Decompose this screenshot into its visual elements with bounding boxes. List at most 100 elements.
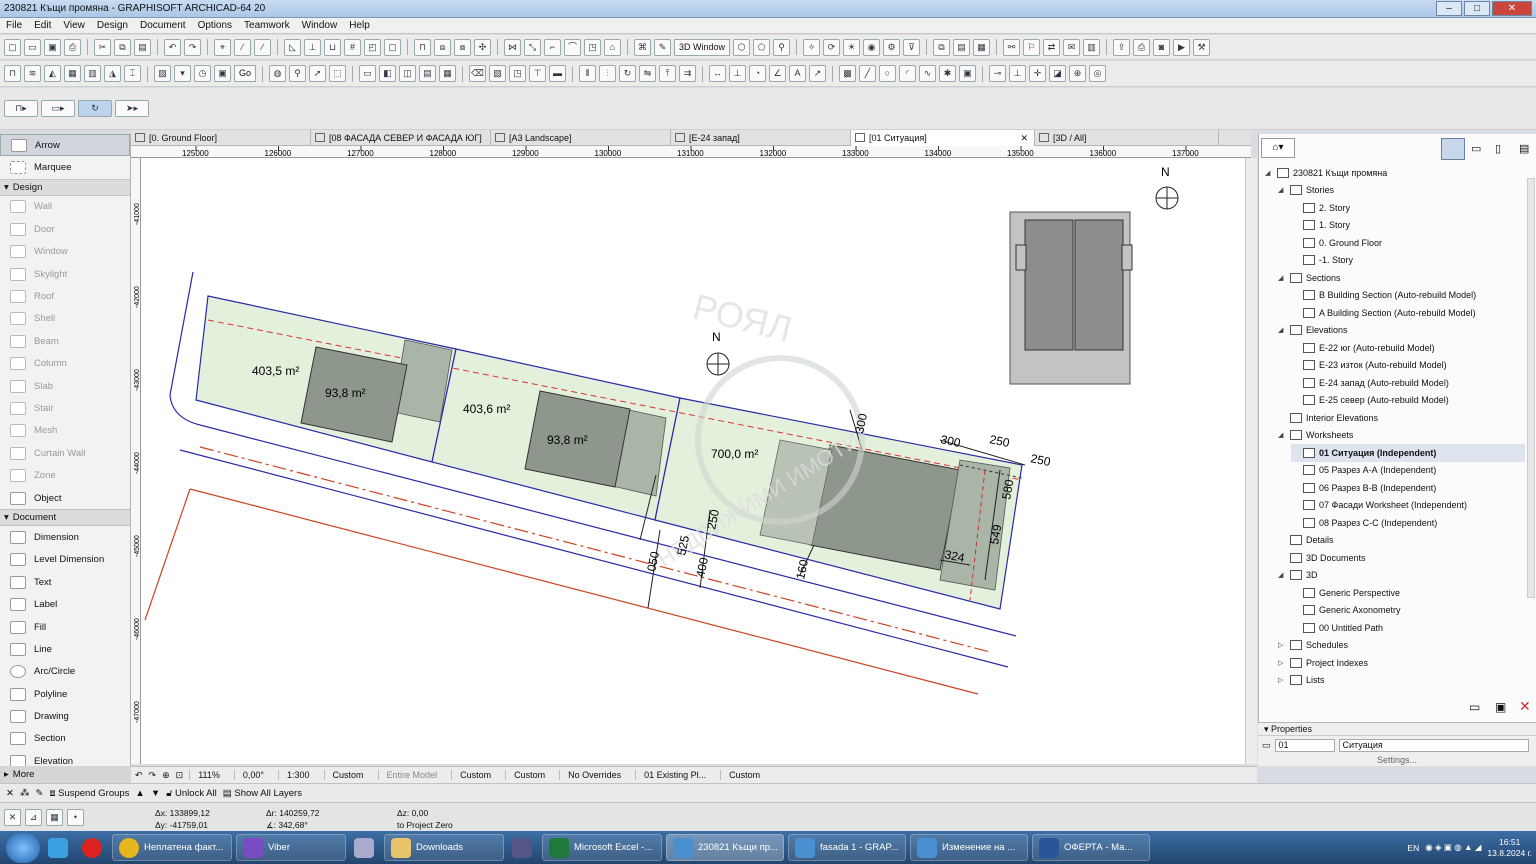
expand-arrow-icon[interactable]: ◢ (1278, 571, 1286, 579)
figure-icon[interactable]: ⚲ (289, 65, 307, 82)
menu-design[interactable]: Design (97, 20, 128, 31)
tool-slab[interactable]: Slab (0, 375, 130, 397)
grid-icon[interactable]: ▦ (46, 809, 63, 826)
expand-arrow-icon[interactable]: ◢ (1278, 431, 1286, 439)
elevation-icon[interactable]: ⊥ (1009, 65, 1027, 82)
ie-icon[interactable] (44, 834, 74, 861)
navigator-item[interactable]: E-24 запад (Auto-rebuild Model) (1291, 374, 1525, 392)
expand-arrow-icon[interactable]: ◢ (1278, 186, 1286, 194)
delete-icon[interactable]: ✕ (1519, 698, 1531, 715)
tool-level-dimension[interactable]: Level Dimension (0, 549, 130, 571)
layer-combination[interactable]: Custom (323, 770, 372, 780)
wall-icon[interactable]: ⊓ (4, 65, 21, 82)
tool-zone[interactable]: Zone (0, 464, 130, 486)
figure-tool-icon[interactable]: ▣ (959, 65, 977, 82)
tool-elevation[interactable]: Elevation (0, 750, 130, 766)
navigator-item[interactable]: 2. Story (1291, 199, 1525, 217)
slab-icon[interactable]: ≋ (24, 65, 41, 82)
delete-icon[interactable]: ✕ (6, 788, 14, 799)
worksheet-icon[interactable]: ◪ (1049, 65, 1067, 82)
taskbar-word[interactable]: ОФЕРТА - Ма... (1032, 834, 1150, 861)
graphic-overrides[interactable]: No Overrides (559, 770, 629, 780)
tab-facade-north-south[interactable]: [08 ФАСАДА СЕВЕР И ФАСАДА ЮГ] (311, 130, 491, 146)
settings-icon[interactable]: ⚙ (883, 38, 901, 56)
menu-edit[interactable]: Edit (34, 20, 51, 31)
video-icon[interactable]: ▶ (1173, 38, 1191, 56)
wall-settings-icon[interactable]: ⊓▸ (4, 100, 38, 117)
tool-wall[interactable]: Wall (0, 196, 130, 218)
globe-icon[interactable]: ◍ (269, 65, 287, 82)
navigator-item[interactable]: 01 Ситуация (Independent) (1291, 444, 1525, 462)
navigator-item[interactable]: ◢ 3D (1278, 567, 1525, 585)
design-section-header[interactable]: ▾ Design (0, 178, 130, 196)
tool-drawing[interactable]: Drawing (0, 705, 130, 727)
expand-arrow-icon[interactable]: ▷ (1278, 641, 1286, 649)
angle-icon[interactable]: ∠ (769, 65, 787, 82)
maximize-button[interactable]: □ (1464, 1, 1490, 16)
navigator-item[interactable]: -1. Story (1291, 252, 1525, 270)
pen-set[interactable]: Custom (451, 770, 499, 780)
navigator-item[interactable]: 07 Фасади Worksheet (Independent) (1291, 497, 1525, 515)
grid-icon[interactable]: ▦ (439, 65, 457, 82)
view-set-icon[interactable]: ▣ (214, 65, 231, 82)
change-icon[interactable]: ⊕ (1069, 65, 1087, 82)
opera-icon[interactable] (78, 834, 108, 861)
distribute-icon[interactable]: ⫶ (599, 65, 617, 82)
tray-icons[interactable]: ◉ ◈ ▣ ◍ ▲ ◢ (1425, 842, 1481, 853)
menu-teamwork[interactable]: Teamwork (244, 20, 290, 31)
settings-button[interactable]: Settings... (1258, 755, 1536, 765)
arrow-pointer-icon[interactable]: ➤▸ (115, 100, 149, 117)
show-all-layers-button[interactable]: ▤ Show All Layers (223, 788, 302, 799)
tab-3d-all[interactable]: [3D / All] (1035, 130, 1219, 146)
undo-zoom-icon[interactable]: ↶ (135, 770, 143, 781)
find-select-icon[interactable]: ⌖ (214, 38, 231, 56)
suspend-groups-button[interactable]: ⧈ Suspend Groups (49, 788, 129, 799)
print-icon[interactable]: ⎙ (64, 38, 81, 56)
lock-icon[interactable]: ⊓ (414, 38, 431, 56)
roof-tool-icon[interactable]: ◭ (44, 65, 61, 82)
radial-icon[interactable]: ◔ (749, 65, 767, 82)
mesh-icon[interactable]: ▦ (64, 65, 81, 82)
navigator-item[interactable]: 06 Разрез B-B (Independent) (1291, 479, 1525, 497)
view-dropdown-icon[interactable]: ▾ (174, 65, 191, 82)
navigator-item[interactable]: ▷ Project Indexes (1278, 654, 1525, 672)
close-button[interactable]: ✕ (1492, 1, 1532, 16)
menu-window[interactable]: Window (302, 20, 338, 31)
navigator-item[interactable]: 00 Untitled Path (1291, 619, 1525, 637)
expand-arrow-icon[interactable]: ◢ (1278, 326, 1286, 334)
minimize-button[interactable]: – (1436, 1, 1462, 16)
grid-snap-icon[interactable]: # (344, 38, 361, 56)
tab-ground-floor[interactable]: [0. Ground Floor] (131, 130, 311, 146)
tool-polyline[interactable]: Polyline (0, 683, 130, 705)
tool-label[interactable]: Label (0, 593, 130, 615)
hotspot-icon[interactable]: ✱ (939, 65, 957, 82)
eraser-icon[interactable]: ⌫ (469, 65, 487, 82)
door-frame-icon[interactable]: ◧ (379, 65, 397, 82)
spline-icon[interactable]: ∿ (919, 65, 937, 82)
layout-book-icon[interactable]: ▥ (1083, 38, 1101, 56)
model-view-options[interactable]: Custom (505, 770, 553, 780)
object-icon[interactable]: ◫ (399, 65, 417, 82)
fill-icon[interactable]: ▩ (839, 65, 857, 82)
camera-icon[interactable]: ◉ (863, 38, 881, 56)
pick-up-icon[interactable]: ⁄ (234, 38, 251, 56)
expand-arrow-icon[interactable]: ◢ (1278, 274, 1286, 282)
view-map-icon[interactable]: ▭ (1471, 142, 1481, 155)
navigator-item[interactable]: ▷ Lists (1278, 672, 1525, 690)
go-button[interactable]: Go (234, 65, 257, 82)
navigator-item[interactable]: Interior Elevations (1278, 409, 1525, 427)
publisher-icon[interactable]: ▤ (1519, 142, 1529, 155)
taskbar-archicad-3[interactable]: Изменение на ... (910, 834, 1028, 861)
taskbar-archicad-2[interactable]: fasada 1 - GRAP... (788, 834, 906, 861)
column-icon[interactable]: ⌶ (124, 65, 141, 82)
arrow-select-icon[interactable]: ➚ (309, 65, 327, 82)
split-icon[interactable]: ⋈ (504, 38, 521, 56)
cube-icon[interactable]: ⬡ (733, 38, 751, 56)
tool-section[interactable]: Section (0, 728, 130, 750)
tool-arrow[interactable]: Arrow (0, 134, 130, 157)
taskbar-chrome[interactable]: Неплатена факт... (112, 834, 232, 861)
close-tab-icon[interactable]: ✕ (1020, 130, 1028, 146)
zoom-in-icon[interactable]: ⊕ (162, 770, 170, 781)
menu-help[interactable]: Help (349, 20, 370, 31)
expand-arrow-icon[interactable]: ▷ (1278, 676, 1286, 684)
